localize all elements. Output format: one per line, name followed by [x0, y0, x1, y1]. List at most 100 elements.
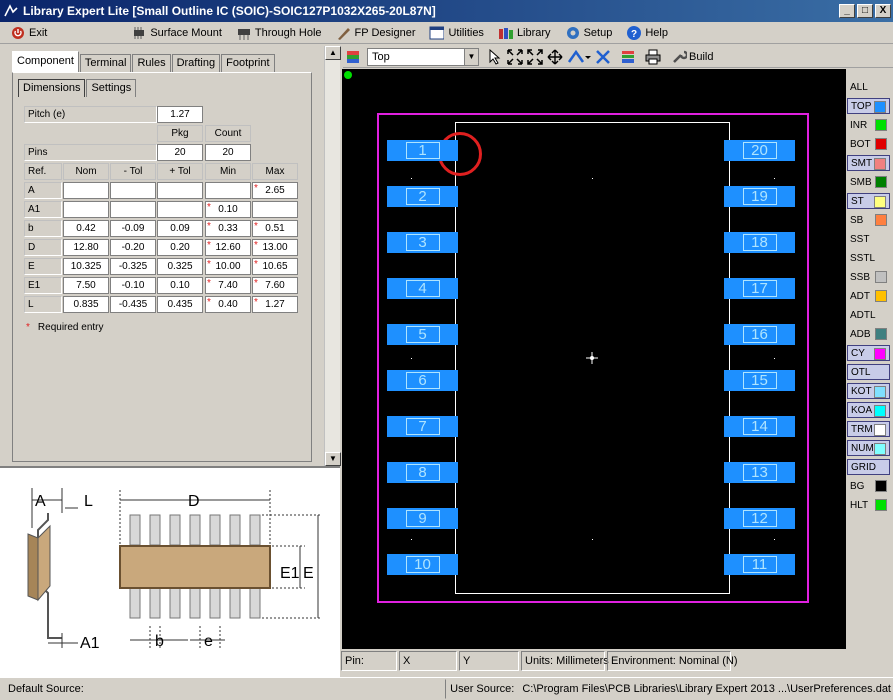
dim-mtol-input[interactable] — [110, 182, 156, 199]
menu-library[interactable]: Library — [498, 25, 551, 40]
dim-max-input[interactable]: * 1.27 — [252, 296, 298, 313]
dim-nom-input[interactable]: 0.42 — [63, 220, 109, 237]
print-icon[interactable] — [644, 48, 662, 66]
layer-koa[interactable]: KOA — [847, 402, 890, 418]
dim-mtol-input[interactable] — [110, 201, 156, 218]
layer-kot[interactable]: KOT — [847, 383, 890, 399]
dim-ptol-input[interactable] — [157, 182, 203, 199]
dim-nom-input[interactable]: 0.835 — [63, 296, 109, 313]
pad-left[interactable]: 10 — [387, 554, 458, 575]
pad-right[interactable]: 16 — [724, 324, 795, 345]
pointer-icon[interactable] — [486, 48, 504, 66]
pins-count-input[interactable]: 20 — [205, 144, 251, 161]
layer-sb[interactable]: SB — [847, 212, 890, 228]
layer-grid[interactable]: GRID — [847, 459, 890, 475]
maximize-button[interactable]: □ — [857, 4, 873, 18]
pad-right[interactable]: 12 — [724, 508, 795, 529]
layer-color-swatch[interactable] — [875, 138, 887, 150]
pad-right[interactable]: 11 — [724, 554, 795, 575]
dim-max-input[interactable]: * 10.65 — [252, 258, 298, 275]
close-button[interactable]: X — [875, 4, 891, 18]
subtab-dimensions[interactable]: Dimensions — [18, 79, 86, 97]
dim-mtol-input[interactable]: -0.10 — [110, 277, 156, 294]
pad-right[interactable]: 19 — [724, 186, 795, 207]
pad-left[interactable]: 7 — [387, 416, 458, 437]
layer-color-swatch[interactable] — [874, 196, 886, 208]
dim-mtol-input[interactable]: -0.09 — [110, 220, 156, 237]
layer-sstl[interactable]: SSTL — [847, 250, 890, 266]
dim-ptol-input[interactable]: 0.325 — [157, 258, 203, 275]
tab-drafting[interactable]: Drafting — [171, 54, 221, 72]
pad-right[interactable]: 13 — [724, 462, 795, 483]
layer-adtl[interactable]: ADTL — [847, 307, 890, 323]
dim-ptol-input[interactable] — [157, 201, 203, 218]
dim-mtol-input[interactable]: -0.20 — [110, 239, 156, 256]
menu-through-hole[interactable]: Through Hole — [236, 25, 322, 40]
pad-left[interactable]: 4 — [387, 278, 458, 299]
layers-icon[interactable] — [344, 48, 362, 66]
dim-nom-input[interactable] — [63, 182, 109, 199]
tab-terminal[interactable]: Terminal — [79, 54, 132, 72]
layer-color-swatch[interactable] — [875, 328, 887, 340]
layer-otl[interactable]: OTL — [847, 364, 890, 380]
dim-max-input[interactable] — [252, 201, 298, 218]
layer-color-swatch[interactable] — [875, 176, 887, 188]
pad-left[interactable]: 2 — [387, 186, 458, 207]
layer-color-swatch[interactable] — [875, 499, 887, 511]
menu-utilities[interactable]: Utilities — [429, 25, 484, 40]
layer-all[interactable]: ALL — [847, 79, 890, 95]
menu-fp-designer[interactable]: FP Designer — [336, 25, 415, 40]
menu-surface-mount[interactable]: Surface Mount — [131, 25, 222, 40]
footprint-canvas[interactable]: 1 2 3 4 5 6 7 8 9 10 20 19 18 17 16 15 14 13 12 11 — [342, 69, 846, 649]
pad-right[interactable]: 14 — [724, 416, 795, 437]
dim-ptol-input[interactable]: 0.20 — [157, 239, 203, 256]
tab-component[interactable]: Component — [12, 51, 79, 72]
dim-nom-input[interactable]: 10.325 — [63, 258, 109, 275]
layer-color-swatch[interactable] — [875, 480, 887, 492]
layer-cy[interactable]: CY — [847, 345, 890, 361]
dim-min-input[interactable]: * 0.10 — [205, 201, 251, 218]
layer-color-swatch[interactable] — [874, 443, 886, 455]
layer-bg[interactable]: BG — [847, 478, 890, 494]
pad-right[interactable]: 17 — [724, 278, 795, 299]
layer-st[interactable]: ST — [847, 193, 890, 209]
zoom-fit-icon[interactable] — [506, 48, 524, 66]
pad-left[interactable]: 1 — [387, 140, 458, 161]
layer-top[interactable]: TOP — [847, 98, 890, 114]
layer-color-swatch[interactable] — [875, 290, 887, 302]
dim-min-input[interactable]: * 12.60 — [205, 239, 251, 256]
dim-nom-input[interactable]: 12.80 — [63, 239, 109, 256]
menu-exit[interactable]: Exit — [10, 25, 47, 40]
left-panel-scrollbar[interactable]: ▲ ▼ — [324, 46, 341, 466]
pad-left[interactable]: 5 — [387, 324, 458, 345]
layer-sst[interactable]: SST — [847, 231, 890, 247]
snap-icon[interactable] — [594, 48, 612, 66]
dim-mtol-input[interactable]: -0.435 — [110, 296, 156, 313]
layer-hlt[interactable]: HLT — [847, 497, 890, 513]
dim-min-input[interactable]: * 10.00 — [205, 258, 251, 275]
layer-color-swatch[interactable] — [875, 214, 887, 226]
dim-nom-input[interactable] — [63, 201, 109, 218]
layer-color-swatch[interactable] — [875, 119, 887, 131]
layer-trm[interactable]: TRM — [847, 421, 890, 437]
layer-color-swatch[interactable] — [875, 271, 887, 283]
stack-icon[interactable] — [619, 48, 637, 66]
layer-color-swatch[interactable] — [874, 424, 886, 436]
pad-right[interactable]: 15 — [724, 370, 795, 391]
layer-smt[interactable]: SMT — [847, 155, 890, 171]
dim-nom-input[interactable]: 7.50 — [63, 277, 109, 294]
layer-color-swatch[interactable] — [874, 158, 886, 170]
layer-num[interactable]: NUM — [847, 440, 890, 456]
pitch-input[interactable]: 1.27 — [157, 106, 203, 123]
pins-pkg-input[interactable]: 20 — [157, 144, 203, 161]
build-button[interactable]: Build — [669, 48, 713, 66]
layer-bot[interactable]: BOT — [847, 136, 890, 152]
layer-inr[interactable]: INR — [847, 117, 890, 133]
tab-rules[interactable]: Rules — [132, 54, 171, 72]
layer-ssb[interactable]: SSB — [847, 269, 890, 285]
pad-left[interactable]: 6 — [387, 370, 458, 391]
pad-left[interactable]: 3 — [387, 232, 458, 253]
dim-min-input[interactable]: * 0.40 — [205, 296, 251, 313]
scroll-up-button[interactable]: ▲ — [325, 46, 341, 60]
dim-ptol-input[interactable]: 0.435 — [157, 296, 203, 313]
